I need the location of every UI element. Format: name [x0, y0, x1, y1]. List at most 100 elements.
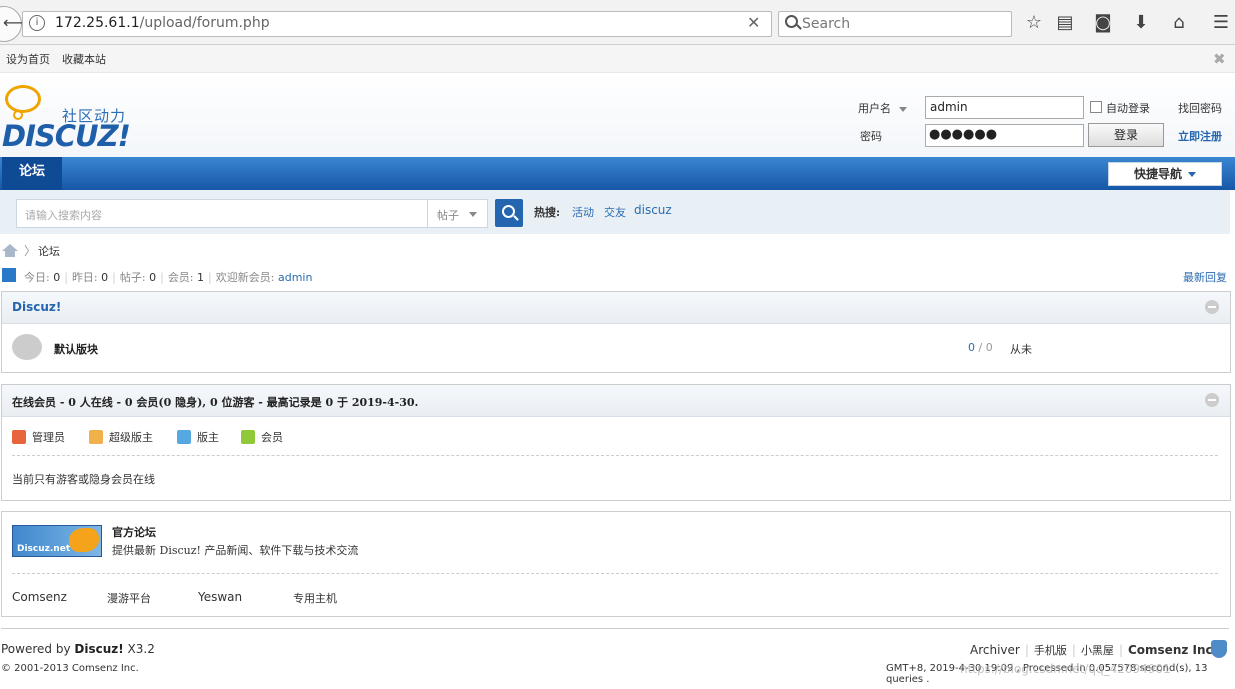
browser-search-input[interactable]: Search — [778, 11, 1012, 37]
comsenz-link[interactable]: Comsenz Inc. — [1128, 643, 1217, 657]
discuz-net-banner[interactable]: Discuz.net — [12, 525, 102, 557]
category-title[interactable]: Discuz! — [12, 300, 61, 314]
menu-icon[interactable]: ☰ — [1210, 12, 1232, 34]
online-message: 当前只有游客或隐身会员在线 — [12, 473, 155, 486]
hot-search-label: 热搜: — [534, 206, 561, 219]
address-bar[interactable]: i 172.25.61.1/upload/forum.php ✕ — [22, 11, 772, 37]
username-value: admin — [930, 100, 968, 114]
stats-icon — [2, 268, 16, 282]
friend-link[interactable]: Comsenz — [12, 590, 67, 604]
legend-super-mod: 超级版主 — [109, 431, 153, 444]
search-icon — [785, 15, 798, 28]
friend-link[interactable]: 专用主机 — [293, 590, 337, 606]
blacklist-link[interactable]: 小黑屋 — [1081, 644, 1114, 657]
login-button[interactable]: 登录 — [1088, 123, 1164, 147]
breadcrumb-forum: 论坛 — [38, 245, 60, 258]
password-label: 密码 — [860, 130, 882, 143]
powered-by: Powered by Discuz! X3.2 — [1, 642, 155, 656]
online-title[interactable]: 在线会员 - 0 人在线 - 0 会员(0 隐身), 0 位游客 - 最高记录是… — [12, 394, 418, 410]
autologin-checkbox[interactable] — [1090, 101, 1102, 113]
posts-count: 0 — [149, 271, 157, 284]
search-input-placeholder: 请输入搜索内容 — [25, 209, 102, 222]
home-icon[interactable]: ⌂ — [1168, 12, 1190, 34]
username-label: 用户名 — [858, 100, 907, 116]
search-button[interactable] — [495, 199, 523, 227]
site-topbar: 设为首页 收藏本站 ✖ — [0, 45, 1235, 73]
search-type-select[interactable]: 帖子 — [427, 199, 488, 228]
reading-list-icon[interactable]: ▤ — [1054, 12, 1076, 34]
collapse-icon[interactable] — [1205, 393, 1219, 407]
hot-search-link[interactable]: 交友 — [604, 204, 626, 220]
url-host: 172.25.61.1 — [55, 15, 140, 31]
admin-user-icon — [12, 430, 26, 444]
category-box: Discuz! 默认版块 0 / 0 从未 — [1, 291, 1231, 373]
forum-link[interactable]: 默认版块 — [54, 341, 98, 357]
online-header: 在线会员 - 0 人在线 - 0 会员(0 隐身), 0 位游客 - 最高记录是… — [2, 385, 1230, 417]
pocket-icon[interactable]: ◙ — [1092, 12, 1114, 34]
latest-reply-link[interactable]: 最新回复 — [1183, 269, 1227, 285]
divider — [12, 573, 1218, 574]
friend-link[interactable]: Yeswan — [198, 590, 242, 604]
official-forum-link[interactable]: 官方论坛 — [112, 524, 156, 540]
password-field[interactable]: ●●●●●● — [925, 124, 1084, 147]
banner-text: Discuz.net — [17, 544, 71, 554]
divider — [12, 455, 1218, 456]
forgot-password-link[interactable]: 找回密码 — [1178, 100, 1222, 116]
home-icon-body[interactable] — [5, 251, 15, 257]
autologin-label: 自动登录 — [1106, 102, 1150, 115]
forum-search-input[interactable]: 请输入搜索内容 — [16, 199, 428, 228]
bookmark-star-icon[interactable]: ☆ — [1023, 12, 1045, 34]
discuz-link[interactable]: Discuz! — [74, 642, 123, 656]
watermark: https://blog.csdn.net/qq_42094901 — [960, 662, 1171, 676]
username-field[interactable]: admin — [925, 96, 1084, 119]
legend-mod: 版主 — [197, 431, 219, 444]
mobile-link[interactable]: 手机版 — [1034, 644, 1067, 657]
home-icon[interactable] — [2, 244, 18, 251]
collapse-icon[interactable] — [1205, 300, 1219, 314]
nav-tab-forum[interactable]: 论坛 — [2, 157, 62, 190]
legend-admin: 管理员 — [32, 431, 65, 444]
banner-bubble-icon — [69, 528, 99, 552]
search-type-value: 帖子 — [437, 209, 459, 222]
copyright: © 2001-2013 Comsenz Inc. — [1, 663, 139, 674]
url-text[interactable]: 172.25.61.1/upload/forum.php — [55, 15, 270, 31]
quick-nav-button[interactable]: 快捷导航 — [1108, 162, 1222, 186]
footer-links: Archiver | 手机版 | 小黑屋 | Comsenz Inc. — [970, 643, 1218, 657]
site-logo[interactable]: DISCUZ! — [2, 119, 131, 153]
search-placeholder: Search — [802, 16, 851, 32]
main-nav: 论坛 快捷导航 — [0, 157, 1235, 190]
online-members-box: 在线会员 - 0 人在线 - 0 会员(0 隐身), 0 位游客 - 最高记录是… — [1, 384, 1231, 501]
official-forum-desc: 提供最新 Discuz! 产品新闻、软件下载与技术交流 — [112, 544, 359, 557]
search-icon — [502, 205, 515, 218]
mod-user-icon — [177, 430, 191, 444]
clear-url-icon[interactable]: ✕ — [747, 13, 760, 32]
friend-link[interactable]: 漫游平台 — [107, 590, 151, 606]
browser-toolbar: ⟵ i 172.25.61.1/upload/forum.php ✕ Searc… — [0, 0, 1235, 45]
back-button[interactable]: ⟵ — [0, 6, 26, 42]
yesterday-count: 0 — [101, 271, 109, 284]
category-header: Discuz! — [2, 292, 1230, 324]
set-home-link[interactable]: 设为首页 — [6, 51, 50, 67]
hot-search-link[interactable]: discuz — [634, 203, 672, 217]
newest-member-link[interactable]: admin — [278, 271, 312, 284]
thread-count: 0 — [968, 341, 975, 354]
logo-bubble-icon — [5, 85, 41, 113]
bookmark-site-link[interactable]: 收藏本站 — [62, 51, 106, 67]
chevron-down-icon[interactable] — [898, 106, 907, 112]
collapse-icon[interactable]: ✖ — [1213, 50, 1226, 68]
forum-search-bar: 请输入搜索内容 帖子 热搜: 活动 交友 discuz — [0, 190, 1230, 234]
today-count: 0 — [53, 271, 61, 284]
hot-search-link[interactable]: 活动 — [572, 204, 594, 220]
friend-links-box: Discuz.net 官方论坛 提供最新 Discuz! 产品新闻、软件下载与技… — [1, 511, 1231, 617]
footer-divider — [1, 628, 1229, 629]
downloads-icon[interactable]: ⬇ — [1130, 12, 1152, 34]
last-post: 从未 — [1010, 343, 1032, 356]
forum-counts: 0 / 0 — [968, 341, 993, 354]
super-mod-user-icon — [89, 430, 103, 444]
breadcrumb-separator: 〉 — [24, 244, 37, 258]
forum-bubble-icon — [12, 334, 42, 360]
url-path: /upload/forum.php — [139, 15, 270, 31]
info-icon[interactable]: i — [29, 15, 45, 31]
register-link[interactable]: 立即注册 — [1178, 128, 1222, 144]
archiver-link[interactable]: Archiver — [970, 643, 1020, 657]
